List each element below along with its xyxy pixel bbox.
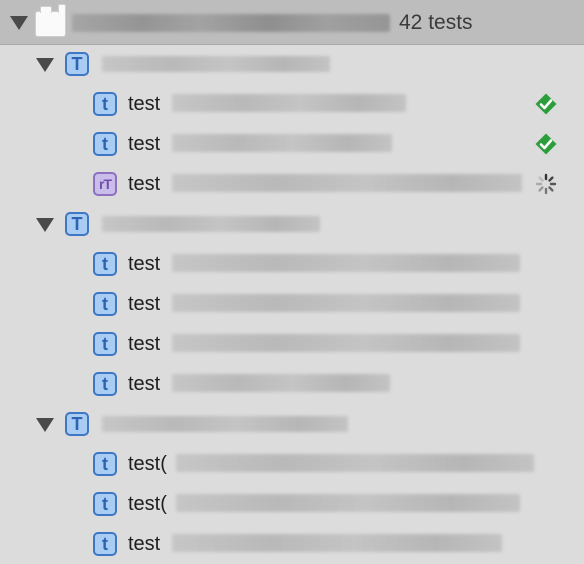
test-bundle-icon [35,4,66,37]
test-method-row[interactable]: rT test [0,164,584,204]
test-name-redacted [172,254,520,272]
unit-test-icon: t [93,252,117,276]
test-method-label: test [128,333,161,355]
test-method-row[interactable]: t test [0,84,584,124]
unit-test-icon: t [93,332,117,356]
bundle-name-redacted [72,14,390,32]
test-method-label: test [128,133,161,155]
test-name-redacted [172,534,502,552]
test-method-row[interactable]: t test( [0,484,584,524]
test-class-icon: T [65,212,89,236]
performance-test-icon: rT [93,172,117,196]
unit-test-icon: t [93,492,117,516]
test-class-row[interactable]: T [0,204,584,244]
checkmark-icon [535,133,557,155]
class-name-redacted [102,416,348,432]
test-name-redacted [176,494,520,512]
test-name-redacted [172,374,390,392]
test-method-row[interactable]: t test( [0,444,584,484]
test-name-redacted [176,454,534,472]
unit-test-icon: t [93,92,117,116]
disclosure-triangle-icon[interactable] [36,58,54,72]
test-name-redacted [172,94,406,112]
test-class-icon: T [65,412,89,436]
unit-test-icon: t [93,452,117,476]
test-count-label: 42 tests [399,11,473,34]
test-class-row[interactable]: T [0,404,584,444]
test-name-redacted [172,294,520,312]
test-bundle-row[interactable]: 42 tests [0,0,584,45]
test-method-label: test( [128,493,167,515]
disclosure-triangle-icon[interactable] [36,218,54,232]
test-name-redacted [172,134,392,152]
disclosure-triangle-icon[interactable] [10,16,28,30]
test-name-redacted [172,334,520,352]
test-method-row[interactable]: t test [0,364,584,404]
unit-test-icon: t [93,292,117,316]
test-method-label: test [128,293,161,315]
test-method-row[interactable]: t test [0,324,584,364]
spinner-icon [535,173,557,195]
unit-test-icon: t [93,372,117,396]
test-method-row[interactable]: t test [0,284,584,324]
test-class-row[interactable]: T [0,44,584,84]
test-method-label: test( [128,453,167,475]
test-class-icon: T [65,52,89,76]
class-name-redacted [102,56,330,72]
test-method-row[interactable]: t test [0,124,584,164]
class-name-redacted [102,216,320,232]
test-method-label: test [128,373,161,395]
unit-test-icon: t [93,532,117,556]
test-method-label: test [128,533,161,555]
unit-test-icon: t [93,132,117,156]
test-name-redacted [172,174,522,192]
test-method-row[interactable]: t test [0,244,584,284]
disclosure-triangle-icon[interactable] [36,418,54,432]
test-method-label: test [128,173,161,195]
checkmark-icon [535,93,557,115]
test-method-label: test [128,93,161,115]
test-method-label: test [128,253,161,275]
test-method-row[interactable]: t test [0,524,584,564]
